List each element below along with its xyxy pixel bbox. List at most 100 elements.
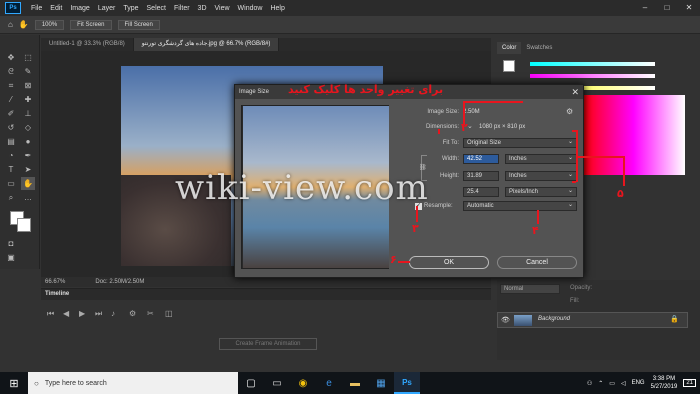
language-indicator[interactable]: ENG <box>632 380 645 386</box>
next-frame-icon[interactable]: ⏭ <box>95 309 102 319</box>
quick-select-tool-icon[interactable]: ✎ <box>21 65 35 78</box>
frame-tool-icon[interactable]: ⊠ <box>21 79 35 92</box>
healing-tool-icon[interactable]: ✚ <box>21 93 35 106</box>
chevron-up-icon[interactable]: ⌃ <box>598 380 603 387</box>
resolution-input[interactable]: 25.4 <box>463 187 499 197</box>
network-icon[interactable]: ▭ <box>609 380 615 387</box>
close-button[interactable]: ✕ <box>678 0 700 16</box>
dialog-close-icon[interactable]: ✕ <box>571 85 579 99</box>
menu-file[interactable]: File <box>27 5 46 12</box>
width-unit-select[interactable]: Inches <box>505 154 577 164</box>
file-explorer-icon[interactable]: ▭ <box>264 372 290 394</box>
edge-icon[interactable]: e <box>316 372 342 394</box>
chrome-icon[interactable]: ◉ <box>290 372 316 394</box>
path-select-icon[interactable]: ➤ <box>21 163 35 176</box>
lock-icon[interactable]: 🔒 <box>670 315 679 323</box>
background-color-swatch[interactable] <box>17 218 31 232</box>
resample-select[interactable]: Automatic <box>463 201 577 211</box>
menu-image[interactable]: Image <box>66 5 93 12</box>
eyedropper-tool-icon[interactable]: ⁄ <box>4 93 18 106</box>
width-input[interactable]: 42.52 <box>463 154 499 164</box>
hand-tool-active-icon[interactable]: ✋ <box>21 177 35 190</box>
tab-active-photo[interactable]: جاده های گردشگری تورنتو.jpg @ 66.7% (RGB… <box>133 38 280 51</box>
menu-window[interactable]: Window <box>234 5 267 12</box>
menu-view[interactable]: View <box>211 5 234 12</box>
zoom-100-button[interactable]: 100% <box>34 19 65 30</box>
slider-r[interactable] <box>530 62 655 66</box>
zoom-tool-icon[interactable]: ⌕ <box>4 191 18 204</box>
menu-layer[interactable]: Layer <box>94 5 120 12</box>
play-icon[interactable]: ▶ <box>79 309 85 318</box>
blur-tool-icon[interactable]: ● <box>21 135 35 148</box>
settings-gear-icon[interactable]: ⚙ <box>566 107 573 116</box>
fill-screen-button[interactable]: Fill Screen <box>117 19 160 30</box>
history-brush-icon[interactable]: ↺ <box>4 121 18 134</box>
menu-help[interactable]: Help <box>266 5 288 12</box>
transition-icon[interactable]: ◫ <box>165 309 173 318</box>
annotation-number-5: ۵ <box>617 187 624 200</box>
clock[interactable]: 3:38 PM 5/27/2019 <box>651 375 678 391</box>
height-unit-select[interactable]: Inches <box>505 171 577 181</box>
marquee-tool-icon[interactable]: ⬚ <box>21 51 35 64</box>
menu-3d[interactable]: 3D <box>194 5 211 12</box>
audio-icon[interactable]: ♪ <box>111 309 115 318</box>
resolution-unit-select[interactable]: Pixels/Inch <box>505 187 577 197</box>
minimize-button[interactable]: – <box>634 0 656 16</box>
screen-mode-icon[interactable]: ▣ <box>4 251 18 264</box>
maximize-button[interactable]: □ <box>656 0 678 16</box>
hand-tool-icon[interactable]: ✋ <box>19 20 29 29</box>
color-fg-swatch[interactable] <box>503 60 515 72</box>
fit-to-select[interactable]: Original Size <box>463 138 577 148</box>
menu-select[interactable]: Select <box>143 5 170 12</box>
shape-tool-icon[interactable]: ▭ <box>4 177 18 190</box>
create-frame-animation-button[interactable]: Create Frame Animation <box>219 338 317 350</box>
people-icon[interactable]: ⚇ <box>587 380 592 387</box>
type-tool-icon[interactable]: T <box>4 163 18 176</box>
photoshop-taskbar-icon[interactable]: Ps <box>394 372 420 394</box>
home-icon[interactable]: ⌂ <box>8 20 13 29</box>
split-icon[interactable]: ✂ <box>147 309 154 318</box>
ok-button[interactable]: OK <box>409 256 489 269</box>
menu-type[interactable]: Type <box>119 5 142 12</box>
folder-icon[interactable]: ▬ <box>342 372 368 394</box>
windows-start-icon[interactable]: ⊞ <box>0 372 28 394</box>
quick-mask-icon[interactable]: ◘ <box>4 237 18 250</box>
taskbar-search[interactable]: ○ Type here to search <box>28 372 238 394</box>
crop-tool-icon[interactable]: ⌗ <box>4 79 18 92</box>
timeline-title: Timeline <box>41 289 491 300</box>
menu-edit[interactable]: Edit <box>46 5 66 12</box>
blend-mode-select[interactable]: Normal <box>500 284 560 294</box>
color-spectrum[interactable] <box>582 95 685 175</box>
stamp-tool-icon[interactable]: ⊥ <box>21 107 35 120</box>
lasso-tool-icon[interactable]: ᘓ <box>4 65 18 78</box>
cancel-button[interactable]: Cancel <box>497 256 577 269</box>
tab-swatches[interactable]: Swatches <box>521 42 557 54</box>
more-tools-icon[interactable]: … <box>21 191 35 204</box>
move-tool-icon[interactable]: ✥ <box>4 51 18 64</box>
tab-color[interactable]: Color <box>497 42 522 54</box>
search-icon: ○ <box>34 378 39 388</box>
tab-untitled[interactable]: Untitled-1 @ 33.3% (RGB/8) <box>41 38 134 51</box>
eraser-tool-icon[interactable]: ◇ <box>21 121 35 134</box>
slider-g[interactable] <box>530 74 655 78</box>
volume-icon[interactable]: ◁ <box>621 380 626 387</box>
task-view-icon[interactable]: ▢ <box>238 372 264 394</box>
settings-icon[interactable]: ⚙ <box>129 309 136 318</box>
brush-tool-icon[interactable]: ✐ <box>4 107 18 120</box>
gradient-tool-icon[interactable]: ▤ <box>4 135 18 148</box>
layer-name[interactable]: Background <box>538 316 570 322</box>
notifications-badge[interactable]: 21 <box>683 379 696 387</box>
dodge-tool-icon[interactable]: ◔ <box>4 149 18 162</box>
prev-frame-icon[interactable]: ◀ <box>63 309 69 318</box>
height-input[interactable]: 31.89 <box>463 171 499 181</box>
tools-panel: ✥ ⬚ ᘓ ✎ ⌗ ⊠ ⁄ ✚ ✐ ⊥ ↺ ◇ ▤ ● ◔ ✒ T ➤ ▭ ✋ … <box>0 35 40 269</box>
image-size-label: Image Size: <box>427 109 459 115</box>
pen-tool-icon[interactable]: ✒ <box>21 149 35 162</box>
store-icon[interactable]: ▦ <box>368 372 394 394</box>
visibility-eye-icon[interactable]: 👁 <box>501 316 510 324</box>
annotation-number-4: ۴ <box>532 224 539 237</box>
fit-screen-button[interactable]: Fit Screen <box>70 19 112 30</box>
first-frame-icon[interactable]: ⏮ <box>47 309 54 319</box>
layer-row-background[interactable]: 👁 Background 🔒 <box>497 312 688 328</box>
menu-filter[interactable]: Filter <box>170 5 194 12</box>
